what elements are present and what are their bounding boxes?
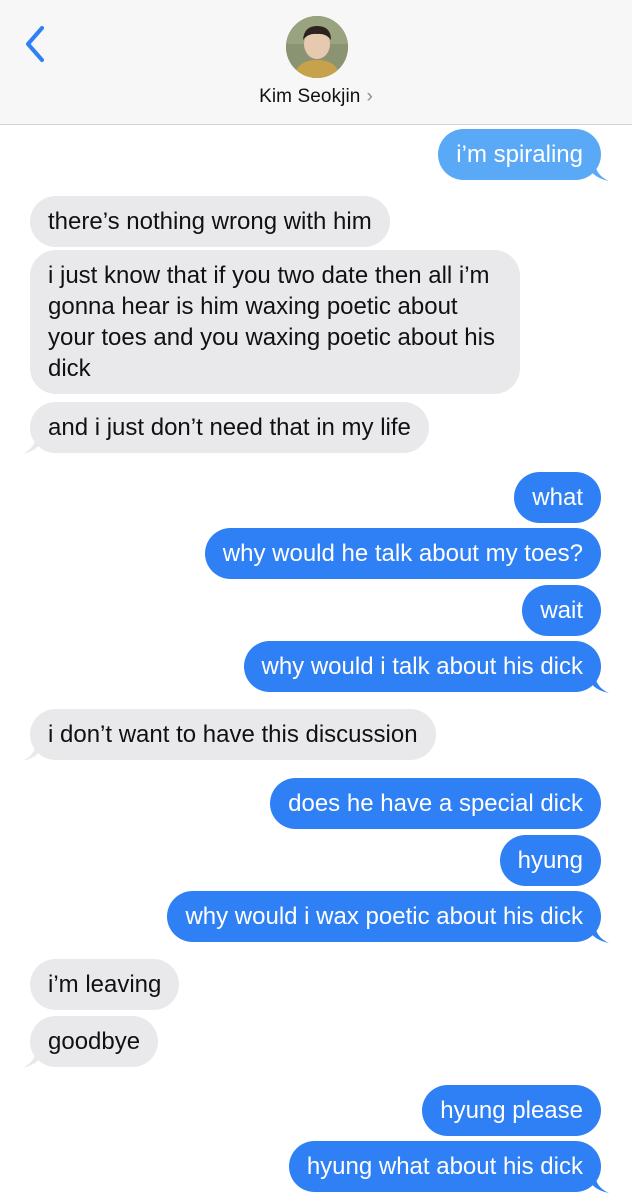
message-bubble-outgoing[interactable]: i’m spiraling bbox=[438, 129, 609, 181]
contact-name-label: Kim Seokjin bbox=[259, 86, 361, 107]
message-text: i just know that if you two date then al… bbox=[48, 262, 495, 382]
message-bubble-outgoing[interactable]: hyung bbox=[499, 835, 601, 886]
bubble-tail bbox=[22, 1048, 44, 1068]
bubble-tail bbox=[22, 434, 44, 454]
message-text: what bbox=[532, 484, 583, 511]
message-text: hyung bbox=[517, 847, 583, 874]
message-bubble-outgoing[interactable]: what bbox=[514, 472, 601, 523]
message-bubble-outgoing[interactable]: why would i wax poetic about his dick bbox=[167, 891, 609, 943]
message-bubble-incoming[interactable]: goodbye bbox=[22, 1016, 159, 1068]
message-text: why would he talk about my toes? bbox=[222, 540, 583, 567]
bubble-tail bbox=[587, 673, 609, 693]
message-bubble-incoming[interactable]: and i just don’t need that in my life bbox=[22, 402, 429, 454]
bubble-tail bbox=[587, 161, 609, 181]
conversation-header: Kim Seokjin › bbox=[0, 0, 632, 125]
message-bubble-outgoing[interactable]: why would i talk about his dick bbox=[243, 641, 609, 693]
message-text: hyung what about his dick bbox=[306, 1153, 583, 1180]
message-text: does he have a special dick bbox=[288, 790, 583, 817]
bubble-tail bbox=[587, 923, 609, 943]
message-bubble-incoming[interactable]: i don’t want to have this discussion bbox=[22, 709, 436, 761]
contact-name[interactable]: Kim Seokjin › bbox=[0, 86, 632, 108]
message-text: i’m leaving bbox=[48, 971, 162, 998]
message-bubble-incoming[interactable]: i just know that if you two date then al… bbox=[30, 250, 520, 394]
message-text: i’m spiraling bbox=[456, 141, 583, 168]
message-text: why would i talk about his dick bbox=[261, 653, 584, 680]
message-text: i don’t want to have this discussion bbox=[48, 721, 418, 748]
message-bubble-outgoing[interactable]: wait bbox=[522, 585, 601, 636]
message-text: and i just don’t need that in my life bbox=[48, 414, 411, 441]
message-bubble-outgoing[interactable]: does he have a special dick bbox=[270, 778, 601, 829]
chevron-right-icon: › bbox=[366, 86, 373, 107]
message-text: there’s nothing wrong with him bbox=[48, 208, 372, 235]
message-bubble-outgoing[interactable]: why would he talk about my toes? bbox=[204, 528, 601, 579]
message-text: wait bbox=[540, 597, 583, 624]
message-bubble-outgoing[interactable]: hyung please bbox=[422, 1085, 601, 1136]
bubble-tail bbox=[22, 741, 44, 761]
message-text: why would i wax poetic about his dick bbox=[185, 903, 583, 930]
chevron-left-icon[interactable] bbox=[22, 24, 52, 64]
message-bubble-incoming[interactable]: i’m leaving bbox=[30, 959, 180, 1010]
message-bubble-incoming[interactable]: there’s nothing wrong with him bbox=[30, 196, 390, 247]
message-text: hyung please bbox=[440, 1097, 583, 1124]
message-bubble-outgoing[interactable]: hyung what about his dick bbox=[288, 1141, 609, 1193]
avatar[interactable] bbox=[286, 16, 348, 78]
message-text: goodbye bbox=[48, 1028, 141, 1055]
bubble-tail bbox=[587, 1173, 609, 1193]
